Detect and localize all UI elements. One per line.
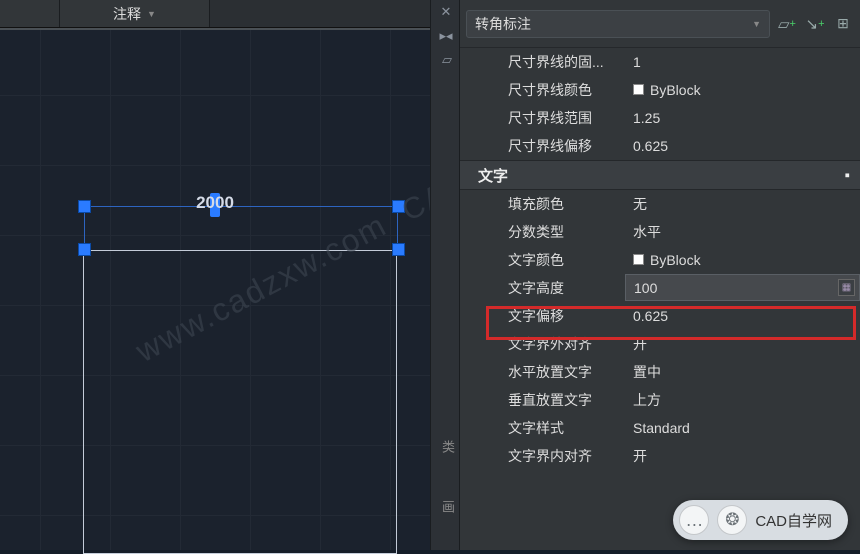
chevron-down-icon: ▼ bbox=[752, 19, 761, 29]
grip-handle[interactable] bbox=[78, 200, 91, 213]
property-row[interactable]: 尺寸界线偏移 0.625 bbox=[460, 132, 860, 160]
calculator-icon[interactable]: ▦ bbox=[838, 279, 855, 296]
rectangle-entity[interactable] bbox=[83, 250, 397, 554]
property-value[interactable]: ByBlock bbox=[625, 76, 860, 103]
property-label: 尺寸界线的固... bbox=[460, 52, 625, 72]
plus-box-icon: ⊞ bbox=[837, 15, 849, 32]
property-row[interactable]: 尺寸界线范围 1.25 bbox=[460, 104, 860, 132]
grip-handle[interactable] bbox=[392, 243, 405, 256]
value-text: Standard bbox=[633, 420, 690, 436]
value-text: 100 bbox=[634, 280, 657, 296]
dimension-line bbox=[84, 206, 397, 207]
collapse-icon[interactable]: ▪ bbox=[845, 167, 850, 184]
pick-set-button[interactable]: ⊞ bbox=[832, 13, 854, 35]
property-row[interactable]: 尺寸界线的固... 1 bbox=[460, 48, 860, 76]
property-row[interactable]: 文字颜色 ByBlock bbox=[460, 246, 860, 274]
value-text: 1.25 bbox=[633, 110, 660, 126]
property-label: 文字偏移 bbox=[460, 306, 625, 326]
drawing-viewport[interactable]: 2000 www.cadzxw.com CAD自学网 bbox=[0, 28, 430, 550]
property-value[interactable]: 水平 bbox=[625, 218, 860, 245]
property-value[interactable]: 0.625 bbox=[625, 132, 860, 159]
property-value[interactable]: 1.25 bbox=[625, 104, 860, 131]
property-row[interactable]: 尺寸界线颜色 ByBlock bbox=[460, 76, 860, 104]
property-value[interactable]: 无 bbox=[625, 190, 860, 217]
chat-widget[interactable]: ❂ CAD自学网 bbox=[673, 500, 848, 540]
property-value[interactable]: 开 bbox=[625, 442, 860, 469]
filter-icon: ▱ bbox=[778, 15, 790, 33]
color-swatch bbox=[633, 84, 644, 95]
property-value[interactable]: 1 bbox=[625, 48, 860, 75]
property-label: 尺寸界线偏移 bbox=[460, 136, 625, 156]
property-value[interactable]: Standard bbox=[625, 414, 860, 441]
property-label: 垂直放置文字 bbox=[460, 390, 625, 410]
value-text: 无 bbox=[633, 194, 647, 214]
value-text: 1 bbox=[633, 54, 641, 70]
property-label: 填充颜色 bbox=[460, 194, 625, 214]
property-label: 分数类型 bbox=[460, 222, 625, 242]
property-row[interactable]: 文字界外对齐开 bbox=[460, 330, 860, 358]
collapse-icon[interactable]: ▸◂ bbox=[431, 24, 461, 48]
cursor-icon: ↘ bbox=[805, 15, 818, 33]
object-type-select[interactable]: 转角标注 ▼ bbox=[466, 10, 770, 38]
value-text: 置中 bbox=[633, 362, 661, 382]
property-value[interactable]: ByBlock bbox=[625, 246, 860, 273]
tab-label: 注释 bbox=[113, 4, 141, 24]
grip-handle[interactable] bbox=[392, 200, 405, 213]
value-text: 上方 bbox=[633, 390, 661, 410]
property-row[interactable]: 文字偏移 0.625 bbox=[460, 302, 860, 330]
tab-annotate[interactable]: 注释 ▼ bbox=[60, 0, 210, 27]
grip-handle[interactable] bbox=[78, 243, 91, 256]
property-row[interactable]: 文字高度 100 ▦ bbox=[460, 274, 860, 302]
property-label: 文字样式 bbox=[460, 418, 625, 438]
property-label: 尺寸界线范围 bbox=[460, 108, 625, 128]
strip-label: 画 bbox=[438, 500, 457, 513]
plus-icon: + bbox=[818, 18, 824, 30]
wechat-icon: ❂ bbox=[717, 505, 747, 535]
close-icon[interactable]: ✕ bbox=[431, 0, 461, 24]
chevron-down-icon: ▼ bbox=[147, 9, 156, 19]
quick-select-button[interactable]: ▱+ bbox=[776, 13, 798, 35]
dimension-text: 2000 bbox=[196, 193, 234, 213]
property-row[interactable]: 文字界内对齐开 bbox=[460, 442, 860, 470]
property-value[interactable]: 0.625 bbox=[625, 302, 860, 329]
property-row[interactable]: 垂直放置文字上方 bbox=[460, 386, 860, 414]
property-value[interactable]: 置中 bbox=[625, 358, 860, 385]
property-value[interactable]: 100 ▦ bbox=[625, 274, 860, 301]
chat-label: CAD自学网 bbox=[755, 510, 832, 531]
property-row[interactable]: 文字样式 Standard bbox=[460, 414, 860, 442]
menu-icon[interactable]: ▱ bbox=[431, 48, 461, 72]
property-value[interactable]: 上方 bbox=[625, 386, 860, 413]
property-row[interactable]: 水平放置文字置中 bbox=[460, 358, 860, 386]
property-label: 文字颜色 bbox=[460, 250, 625, 270]
strip-label: 类 bbox=[438, 440, 457, 453]
property-value[interactable]: 开 bbox=[625, 330, 860, 357]
select-value: 转角标注 bbox=[475, 14, 531, 34]
properties-panel: 转角标注 ▼ ▱+ ↘+ ⊞ 尺寸界线的固...1尺寸界线颜色ByBlock尺寸… bbox=[460, 0, 860, 550]
section-title: 文字 bbox=[478, 165, 508, 186]
property-label: 尺寸界线颜色 bbox=[460, 80, 625, 100]
value-text: ByBlock bbox=[650, 82, 701, 98]
value-text: 0.625 bbox=[633, 138, 668, 154]
value-text: 0.625 bbox=[633, 308, 668, 324]
color-swatch bbox=[633, 254, 644, 265]
value-text: ByBlock bbox=[650, 252, 701, 268]
section-header-text[interactable]: 文字 ▪ bbox=[460, 160, 860, 190]
plus-icon: + bbox=[790, 18, 796, 30]
value-text: 开 bbox=[633, 334, 647, 354]
select-objects-button[interactable]: ↘+ bbox=[804, 13, 826, 35]
palette-control-strip: ✕ ▸◂ ▱ 类 画 bbox=[430, 0, 460, 550]
property-row[interactable]: 分数类型水平 bbox=[460, 218, 860, 246]
value-text: 开 bbox=[633, 446, 647, 466]
value-text: 水平 bbox=[633, 222, 661, 242]
property-label: 文字界外对齐 bbox=[460, 334, 625, 354]
property-row[interactable]: 填充颜色无 bbox=[460, 190, 860, 218]
property-label: 文字界内对齐 bbox=[460, 446, 625, 466]
chat-more-icon bbox=[679, 505, 709, 535]
property-label: 水平放置文字 bbox=[460, 362, 625, 382]
property-label: 文字高度 bbox=[460, 278, 625, 298]
